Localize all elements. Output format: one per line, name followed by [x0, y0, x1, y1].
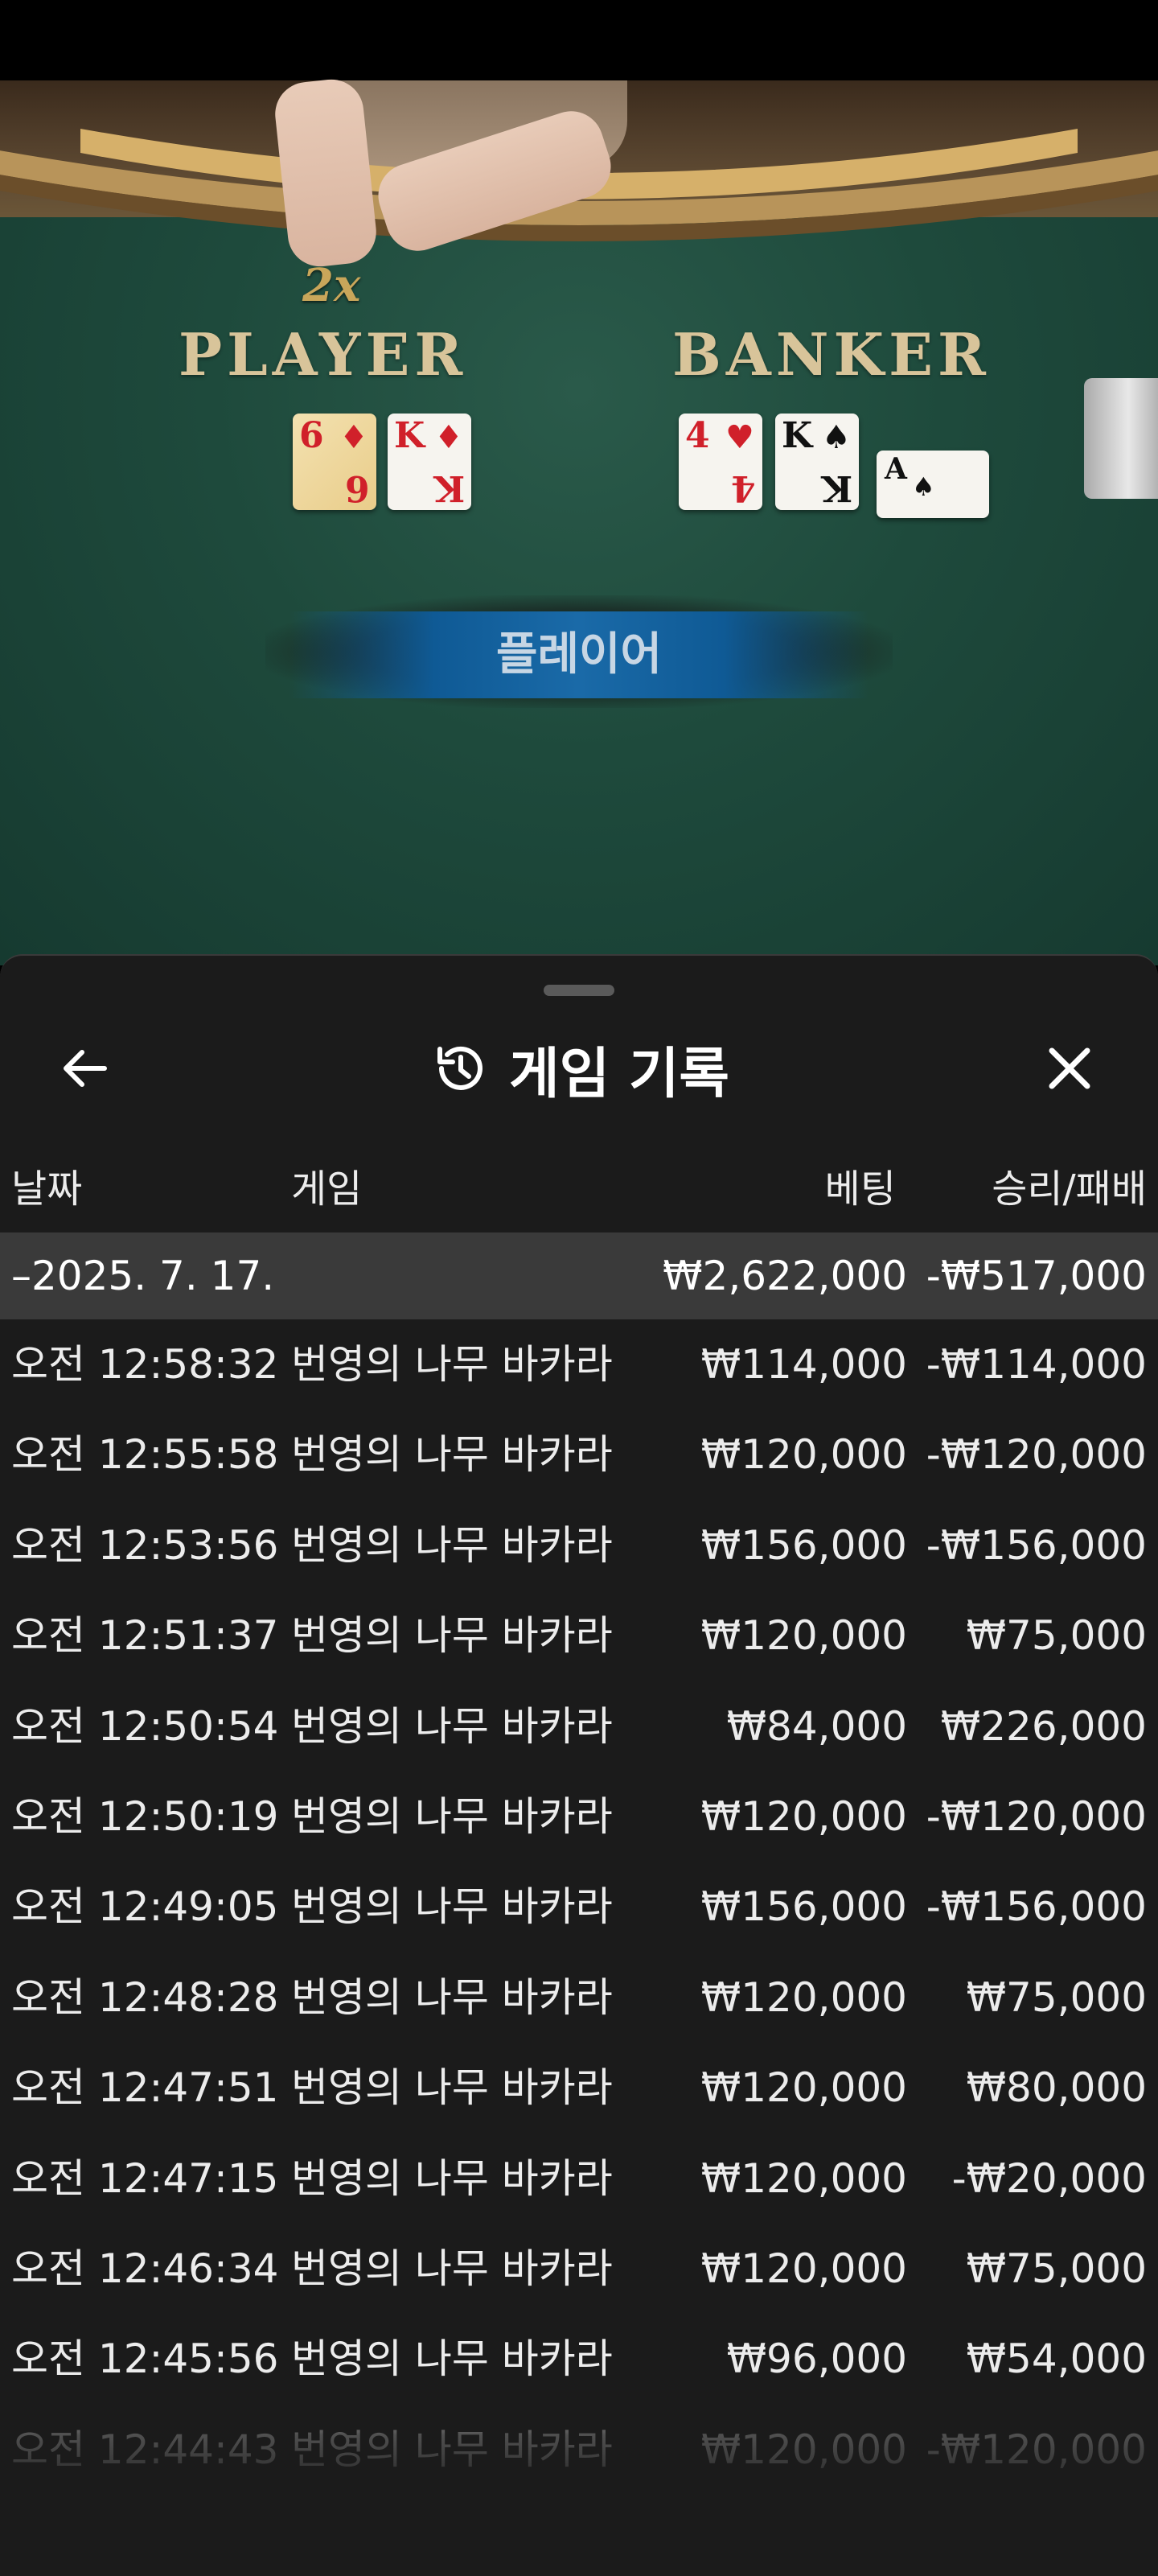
history-row[interactable]: 오전 12:55:58 번영의 나무 바카라 ₩120,000 -₩120,000 [0, 1409, 1158, 1500]
row-time: 오전 12:58:32 [11, 1341, 279, 1388]
row-result: -₩120,000 [926, 2426, 1147, 2473]
row-time: 오전 12:46:34 [11, 2245, 279, 2292]
history-row[interactable]: 오전 12:46:34 번영의 나무 바카라 ₩120,000 ₩75,000 [0, 2224, 1158, 2314]
live-video-area: 2x PLAYER BANKER 6 ♦ 6 K ♦ K 4 ♥ 4 K ♠ K… [0, 0, 1158, 965]
row-time: 오전 12:44:43 [11, 2426, 279, 2473]
card-shoe [1084, 378, 1158, 499]
row-result: -₩120,000 [926, 1792, 1147, 1840]
col-bet: 베팅 [824, 1167, 896, 1212]
row-bet: ₩156,000 [700, 1883, 907, 1931]
row-game: 번영의 나무 바카라 [291, 1431, 613, 1479]
table-header: 날짜 게임 베팅 승리/패배 [0, 1149, 1158, 1229]
row-time: 오전 12:45:56 [11, 2335, 279, 2383]
row-result: -₩120,000 [926, 1431, 1147, 1479]
multiplier-badge: 2x [302, 259, 361, 312]
row-time: 오전 12:47:51 [11, 2064, 279, 2112]
date-group-row[interactable]: –2025. 7. 17. ₩2,622,000 -₩517,000 [0, 1232, 1158, 1319]
game-history-sheet: 게임 기록 날짜 게임 베팅 승리/패배 –2025. 7. 17. ₩2,62… [0, 954, 1158, 2576]
col-date: 날짜 [11, 1167, 83, 1212]
history-icon [437, 1046, 483, 1090]
row-result: ₩75,000 [966, 1612, 1147, 1660]
row-bet: ₩120,000 [700, 1973, 907, 2021]
row-result: -₩20,000 [951, 2154, 1147, 2202]
group-total-result: -₩517,000 [926, 1253, 1147, 1299]
banker-card-3: A ♠ [877, 451, 989, 518]
banker-label: BANKER [672, 320, 991, 389]
row-bet: ₩156,000 [700, 1521, 907, 1569]
row-game: 번영의 나무 바카라 [291, 2064, 613, 2112]
row-game: 번영의 나무 바카라 [291, 1341, 613, 1388]
row-result: ₩75,000 [966, 1973, 1147, 2021]
col-result: 승리/패배 [992, 1167, 1147, 1212]
history-row[interactable]: 오전 12:50:54 번영의 나무 바카라 ₩84,000 ₩226,000 [0, 1681, 1158, 1772]
row-bet: ₩114,000 [700, 1341, 907, 1388]
banker-card-2: K ♠ K [775, 414, 859, 510]
row-result: ₩80,000 [966, 2064, 1147, 2112]
history-row[interactable]: 오전 12:53:56 번영의 나무 바카라 ₩156,000 -₩156,000 [0, 1500, 1158, 1590]
result-text: 플레이어 [495, 628, 663, 681]
row-bet: ₩120,000 [700, 2154, 907, 2202]
history-list: 오전 12:58:32 번영의 나무 바카라 ₩114,000 -₩114,000 오전… [0, 1319, 1158, 2495]
row-game: 번영의 나무 바카라 [291, 2245, 613, 2292]
row-result: ₩226,000 [940, 1702, 1147, 1750]
history-row[interactable]: 오전 12:47:51 번영의 나무 바카라 ₩120,000 ₩80,000 [0, 2043, 1158, 2133]
group-total-bet: ₩2,622,000 [663, 1253, 907, 1299]
row-game: 번영의 나무 바카라 [291, 1973, 613, 2021]
row-bet: ₩120,000 [700, 1431, 907, 1479]
row-game: 번영의 나무 바카라 [291, 2335, 613, 2383]
row-result: -₩114,000 [926, 1341, 1147, 1388]
player-card-2: K ♦ K [388, 414, 471, 510]
drag-handle[interactable] [544, 985, 614, 996]
row-bet: ₩120,000 [700, 2245, 907, 2292]
player-card-1: 6 ♦ 6 [293, 414, 376, 510]
row-game: 번영의 나무 바카라 [291, 1521, 613, 1569]
row-time: 오전 12:51:37 [11, 1612, 279, 1660]
row-bet: ₩96,000 [726, 2335, 907, 2383]
close-button[interactable] [1037, 1036, 1102, 1101]
history-row[interactable]: 오전 12:45:56 번영의 나무 바카라 ₩96,000 ₩54,000 [0, 2314, 1158, 2404]
row-result: -₩156,000 [926, 1883, 1147, 1931]
row-time: 오전 12:55:58 [11, 1431, 279, 1479]
row-bet: ₩120,000 [700, 1612, 907, 1660]
history-row[interactable]: 오전 12:50:19 번영의 나무 바카라 ₩120,000 -₩120,000 [0, 1772, 1158, 1862]
col-game: 게임 [291, 1167, 363, 1212]
row-game: 번영의 나무 바카라 [291, 1883, 613, 1931]
history-row[interactable]: 오전 12:58:32 번영의 나무 바카라 ₩114,000 -₩114,000 [0, 1319, 1158, 1409]
row-game: 번영의 나무 바카라 [291, 1792, 613, 1840]
row-game: 번영의 나무 바카라 [291, 2154, 613, 2202]
row-time: 오전 12:47:15 [11, 2154, 279, 2202]
row-time: 오전 12:50:19 [11, 1792, 279, 1840]
sheet-header: 게임 기록 [0, 1028, 1158, 1109]
row-result: -₩156,000 [926, 1521, 1147, 1569]
row-bet: ₩120,000 [700, 1792, 907, 1840]
row-game: 번영의 나무 바카라 [291, 2426, 613, 2473]
row-game: 번영의 나무 바카라 [291, 1612, 613, 1660]
history-row[interactable]: 오전 12:48:28 번영의 나무 바카라 ₩120,000 ₩75,000 [0, 1953, 1158, 2043]
history-row[interactable]: 오전 12:49:05 번영의 나무 바카라 ₩156,000 -₩156,000 [0, 1862, 1158, 1952]
close-icon [1049, 1047, 1090, 1089]
player-label: PLAYER [179, 320, 468, 389]
row-time: 오전 12:50:54 [11, 1702, 279, 1750]
row-game: 번영의 나무 바카라 [291, 1702, 613, 1750]
history-row[interactable]: 오전 12:51:37 번영의 나무 바카라 ₩120,000 ₩75,000 [0, 1590, 1158, 1681]
row-time: 오전 12:49:05 [11, 1883, 279, 1931]
history-row[interactable]: 오전 12:47:15 번영의 나무 바카라 ₩120,000 -₩20,000 [0, 2134, 1158, 2224]
group-date: –2025. 7. 17. [11, 1253, 275, 1299]
row-time: 오전 12:53:56 [11, 1521, 279, 1569]
sheet-title: 게임 기록 [509, 1042, 729, 1106]
row-bet: ₩120,000 [700, 2426, 907, 2473]
row-bet: ₩120,000 [700, 2064, 907, 2112]
banker-card-1: 4 ♥ 4 [679, 414, 762, 510]
row-result: ₩54,000 [966, 2335, 1147, 2383]
history-row[interactable]: 오전 12:44:43 번영의 나무 바카라 ₩120,000 -₩120,000 [0, 2405, 1158, 2495]
row-time: 오전 12:48:28 [11, 1973, 279, 2021]
row-result: ₩75,000 [966, 2245, 1147, 2292]
row-bet: ₩84,000 [726, 1702, 907, 1750]
